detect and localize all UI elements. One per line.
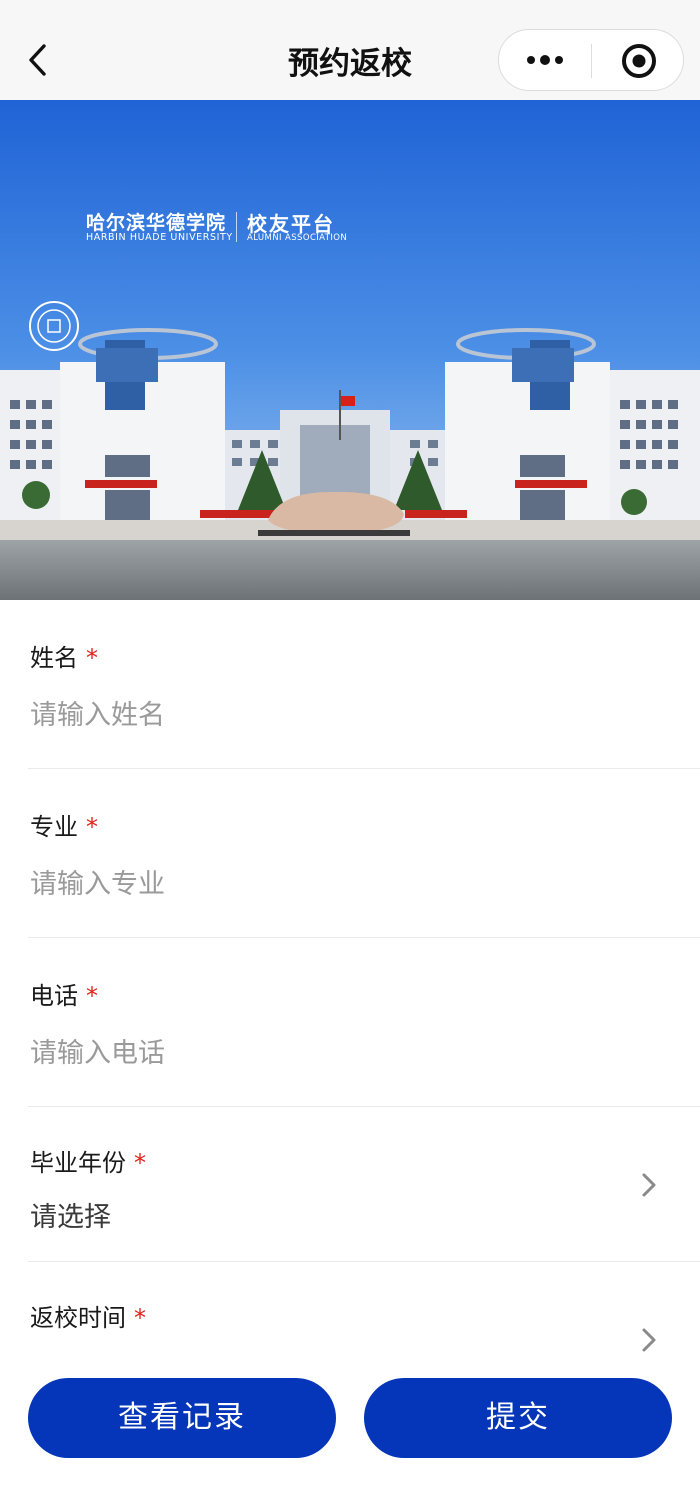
navigation-bar: 预约返校 — [0, 0, 700, 100]
phone-field: 电话 * 请输入电话 — [0, 938, 700, 1108]
campus-photo — [0, 100, 700, 600]
name-field: 姓名 * 请输入姓名 — [0, 600, 700, 770]
required-asterisk: * — [86, 813, 98, 841]
mini-program-capsule — [498, 29, 684, 91]
more-dots-icon — [527, 55, 563, 65]
campus-banner: 哈尔滨华德学院 HARBIN HUADE UNIVERSITY 校友平台 ALU… — [0, 100, 700, 600]
graduation-year-field[interactable]: 毕业年份 * 请选择 — [0, 1107, 700, 1262]
major-label: 专业 * — [30, 813, 98, 841]
required-asterisk: * — [86, 644, 98, 672]
more-button[interactable] — [523, 48, 569, 72]
university-seal-logo — [29, 301, 79, 351]
phone-label: 电话 * — [30, 982, 98, 1010]
view-records-button[interactable]: 查看记录 — [28, 1378, 336, 1458]
alumni-platform-en: ALUMNI ASSOCIATION — [247, 233, 348, 243]
return-time-field[interactable]: 返校时间 * — [0, 1262, 700, 1372]
graduation-year-select[interactable]: 请选择 — [30, 1195, 111, 1234]
school-name-en: HARBIN HUADE UNIVERSITY — [86, 232, 233, 243]
name-label: 姓名 * — [30, 644, 98, 672]
graduation-year-label: 毕业年份 * — [30, 1149, 146, 1177]
close-mini-program-button[interactable] — [619, 41, 659, 81]
phone-input[interactable]: 请输入电话 — [30, 1031, 165, 1070]
submit-button[interactable]: 提交 — [364, 1378, 672, 1458]
return-time-label: 返校时间 * — [30, 1304, 146, 1332]
name-input[interactable]: 请输入姓名 — [30, 693, 165, 732]
logo-divider — [236, 212, 237, 242]
chevron-right-icon — [642, 1328, 656, 1352]
major-input[interactable]: 请输入专业 — [30, 862, 165, 901]
required-asterisk: * — [134, 1304, 146, 1332]
required-asterisk: * — [86, 982, 98, 1010]
required-asterisk: * — [134, 1149, 146, 1177]
target-circle-icon — [622, 44, 656, 78]
chevron-right-icon — [642, 1173, 656, 1197]
school-name-cn: 哈尔滨华德学院 — [86, 212, 227, 234]
major-field: 专业 * 请输入专业 — [0, 769, 700, 939]
capsule-divider — [591, 44, 592, 78]
